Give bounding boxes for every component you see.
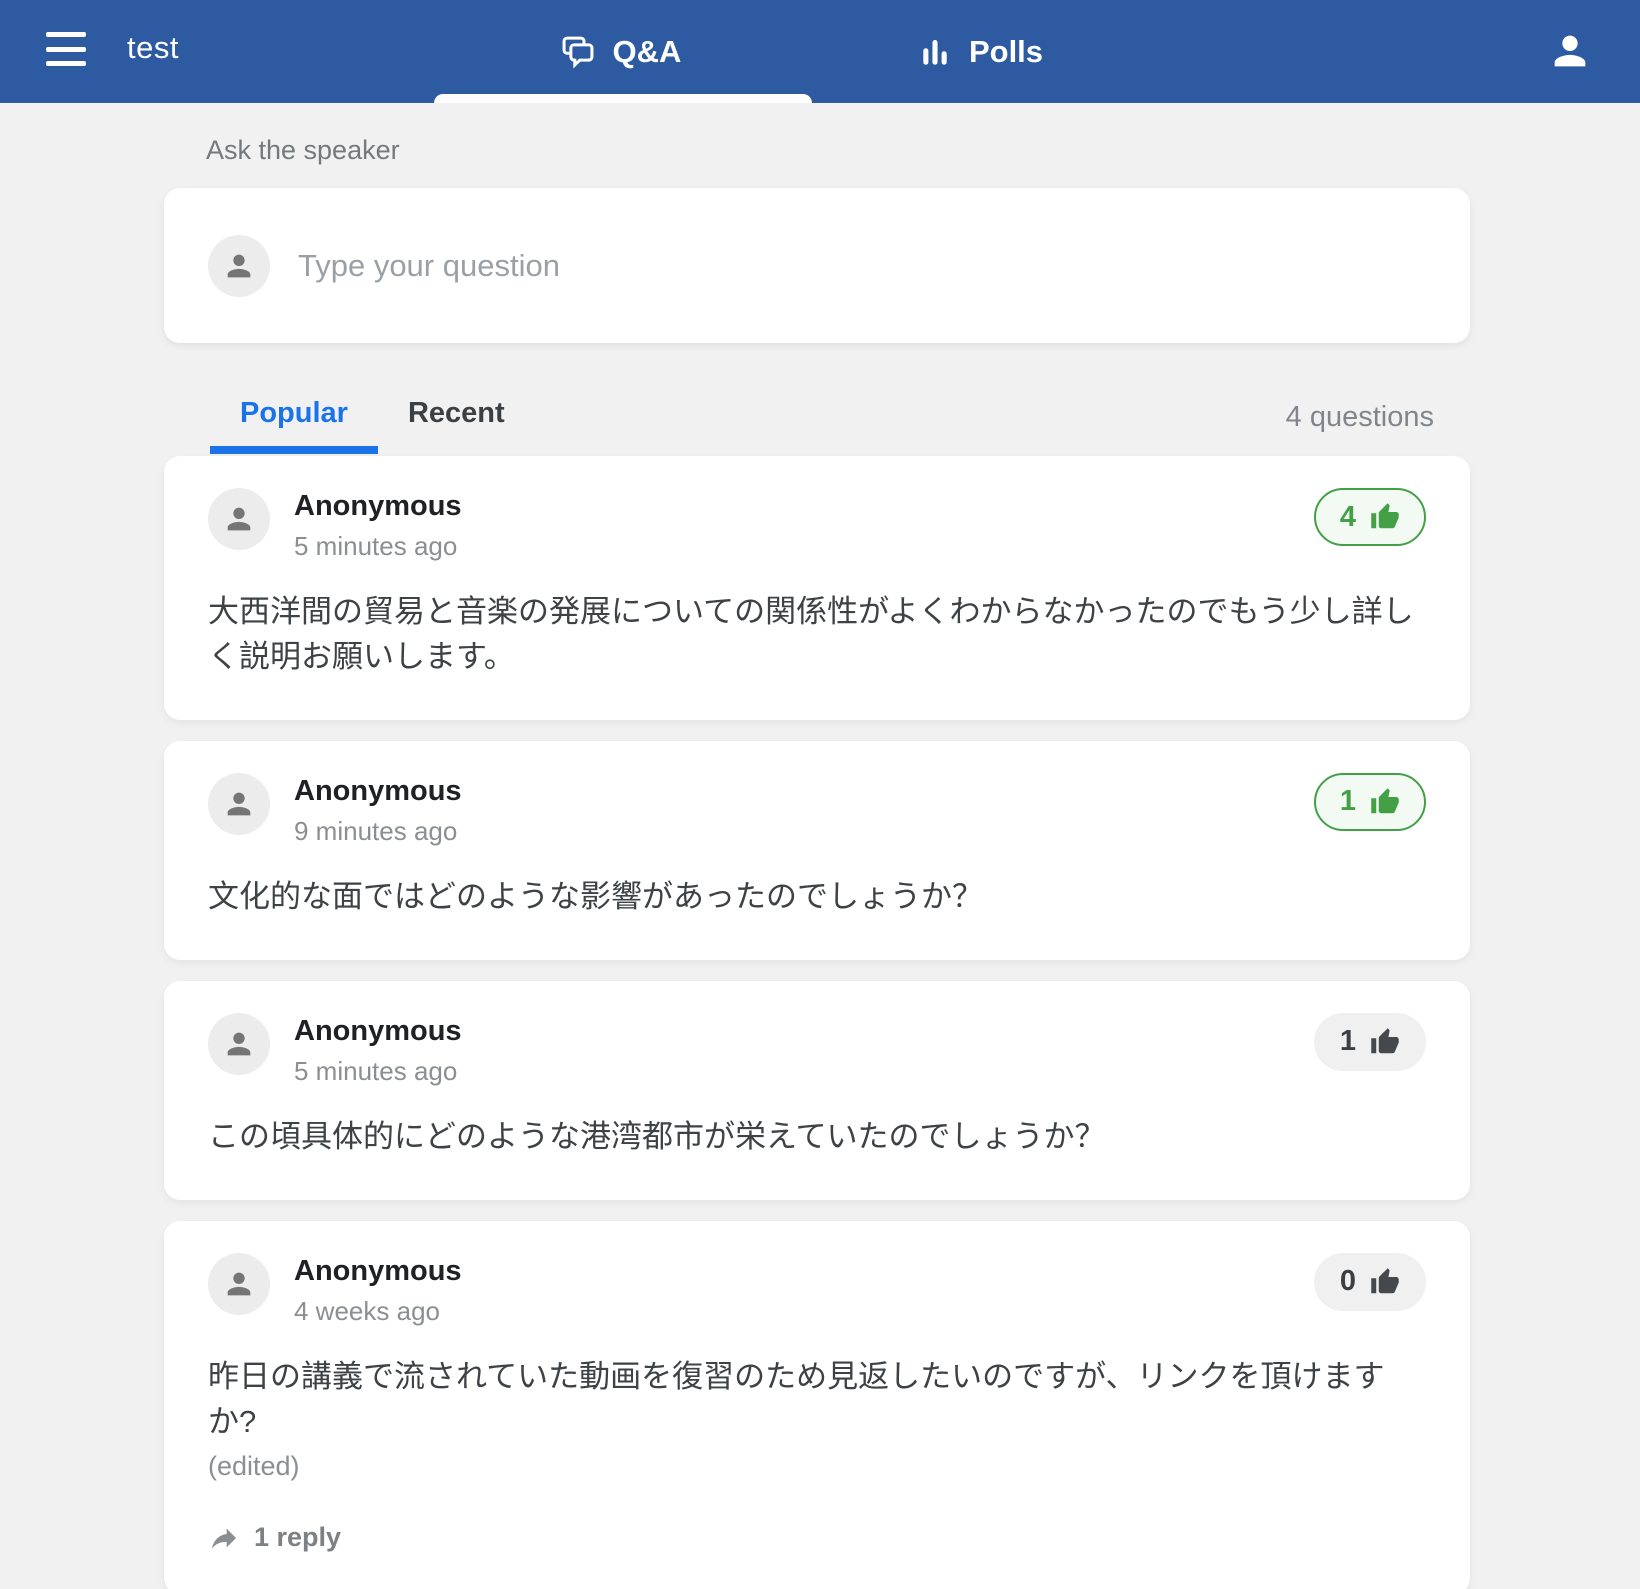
thumb-up-icon	[1370, 502, 1400, 532]
question-card: Anonymous 4 weeks ago 0 昨日の講義で流されていた動画を復…	[164, 1221, 1470, 1589]
bar-chart-icon	[917, 34, 953, 70]
chat-bubbles-icon	[559, 33, 597, 71]
person-icon	[1547, 62, 1593, 77]
author-name: Anonymous	[294, 1015, 462, 1048]
avatar	[208, 235, 270, 297]
question-text: この頃具体的にどのような港湾都市が栄えていたのでしょうか？	[208, 1115, 1426, 1160]
tab-polls[interactable]: Polls	[810, 0, 1150, 103]
question-card: Anonymous 5 minutes ago 4 大西洋間の貿易と音楽の発展に…	[164, 456, 1470, 720]
question-text: 文化的な面ではどのような影響があったのでしょうか？	[208, 875, 1426, 920]
like-count: 0	[1340, 1265, 1356, 1298]
reply-count-label: 1 reply	[254, 1522, 341, 1553]
thumb-up-icon	[1370, 1027, 1400, 1057]
like-button[interactable]: 1	[1314, 1013, 1426, 1071]
app-header: test Q&A Polls	[0, 0, 1640, 103]
profile-button[interactable]	[1544, 26, 1596, 78]
replies-toggle[interactable]: 1 reply	[208, 1522, 1426, 1554]
tab-recent[interactable]: Recent	[378, 397, 535, 454]
tab-qa[interactable]: Q&A	[430, 0, 810, 103]
person-icon	[222, 1027, 256, 1061]
avatar	[208, 773, 270, 835]
thumb-up-icon	[1370, 1267, 1400, 1297]
avatar	[208, 1013, 270, 1075]
question-text: 大西洋間の貿易と音楽の発展についての関係性がよくわからなかったのでもう少し詳しく…	[208, 590, 1426, 680]
active-tab-indicator	[434, 94, 812, 103]
question-text: 昨日の講義で流されていた動画を復習のため見返したいのですが、リンクを頂けますか?	[208, 1355, 1426, 1445]
person-icon	[222, 502, 256, 536]
like-button[interactable]: 1	[1314, 773, 1426, 831]
thumb-up-icon	[1370, 787, 1400, 817]
like-button[interactable]: 4	[1314, 488, 1426, 546]
timestamp: 5 minutes ago	[294, 1056, 462, 1087]
like-count: 1	[1340, 785, 1356, 818]
reply-arrow-icon	[208, 1522, 240, 1554]
author-name: Anonymous	[294, 490, 462, 523]
like-count: 1	[1340, 1025, 1356, 1058]
ask-question-card	[164, 188, 1470, 343]
timestamp: 9 minutes ago	[294, 816, 462, 847]
person-icon	[222, 1267, 256, 1301]
event-title: test	[127, 30, 179, 66]
like-count: 4	[1340, 501, 1356, 534]
avatar	[208, 488, 270, 550]
avatar	[208, 1253, 270, 1315]
tab-polls-label: Polls	[969, 34, 1043, 70]
timestamp: 4 weeks ago	[294, 1296, 462, 1327]
person-icon	[222, 787, 256, 821]
filter-row: Popular Recent 4 questions	[164, 397, 1470, 454]
question-input[interactable]	[298, 248, 1426, 284]
author-name: Anonymous	[294, 1255, 462, 1288]
qa-content: Ask the speaker Popular Recent 4 questio…	[164, 135, 1470, 1589]
tab-qa-label: Q&A	[613, 34, 682, 70]
edited-label: (edited)	[208, 1451, 1426, 1482]
author-name: Anonymous	[294, 775, 462, 808]
question-card: Anonymous 9 minutes ago 1 文化的な面ではどのような影響…	[164, 741, 1470, 960]
timestamp: 5 minutes ago	[294, 531, 462, 562]
question-card: Anonymous 5 minutes ago 1 この頃具体的にどのような港湾…	[164, 981, 1470, 1200]
section-label: Ask the speaker	[206, 135, 1470, 166]
person-icon	[222, 249, 256, 283]
hamburger-menu-icon[interactable]	[46, 32, 86, 66]
like-button[interactable]: 0	[1314, 1253, 1426, 1311]
question-count: 4 questions	[1286, 401, 1434, 454]
tab-popular[interactable]: Popular	[210, 397, 378, 454]
